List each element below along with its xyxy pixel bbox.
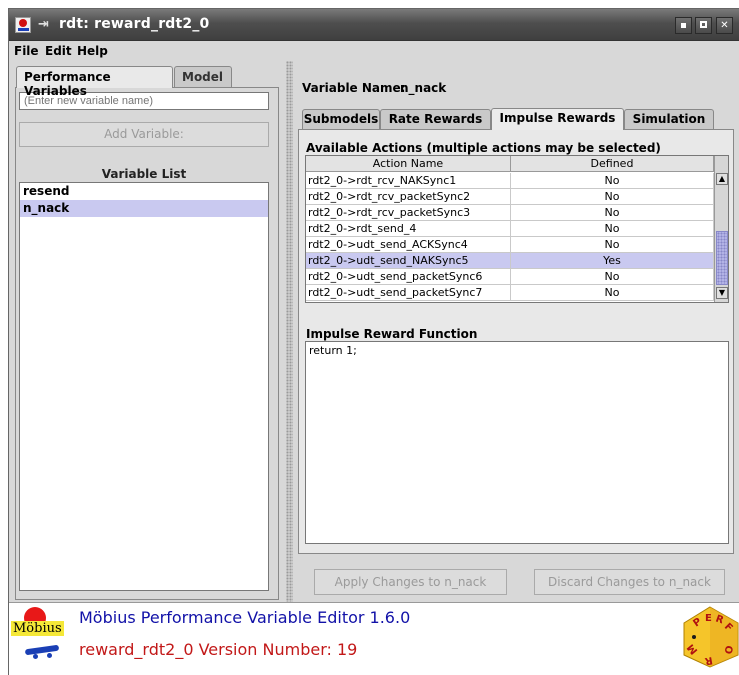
menu-file[interactable]: File bbox=[14, 44, 39, 58]
table-row[interactable]: rdt2_0->rdt_rcv_packetSync2 No bbox=[306, 189, 714, 205]
table-row[interactable]: rdt2_0->rdt_rcv_packetSync3 No bbox=[306, 205, 714, 221]
window-title: rdt: reward_rdt2_0 bbox=[59, 16, 210, 32]
action-name-cell: rdt2_0->rdt_rcv_packetSync2 bbox=[306, 189, 511, 204]
actions-table-scrollbar[interactable]: ▲ ▼ bbox=[714, 156, 728, 302]
editor-version-text: Möbius Performance Variable Editor 1.6.0 bbox=[79, 608, 411, 627]
minimize-button[interactable] bbox=[675, 17, 692, 34]
actions-table-body: rdt2_0->rdt_rcv_NAKSync1 No rdt2_0->rdt_r… bbox=[306, 173, 714, 301]
logo-wordmark: Möbius bbox=[11, 621, 64, 636]
table-row[interactable]: rdt2_0->udt_send_packetSync6 No bbox=[306, 269, 714, 285]
apply-changes-button[interactable]: Apply Changes to n_nack bbox=[314, 569, 507, 595]
defined-cell: No bbox=[511, 269, 714, 284]
scrollbar-thumb[interactable] bbox=[716, 231, 728, 285]
actions-table[interactable]: Action Name Defined rdt2_0->rdt_rcv_NAKS… bbox=[305, 155, 729, 303]
impulse-reward-function-editor[interactable]: return 1; bbox=[305, 341, 729, 544]
mobius-logo: Möbius bbox=[9, 603, 73, 669]
column-header-defined[interactable]: Defined bbox=[511, 156, 714, 172]
scroll-up-arrow-icon[interactable]: ▲ bbox=[716, 173, 728, 185]
app-window: ⇥ rdt: reward_rdt2_0 ✕ File Edit Help Pe… bbox=[8, 8, 739, 675]
perform-logo-dot bbox=[692, 635, 696, 639]
close-button[interactable]: ✕ bbox=[716, 17, 733, 34]
close-icon: ✕ bbox=[720, 20, 729, 31]
action-name-cell: rdt2_0->udt_send_packetSync6 bbox=[306, 269, 511, 284]
tab-simulation[interactable]: Simulation bbox=[624, 109, 714, 129]
column-header-action-name[interactable]: Action Name bbox=[306, 156, 511, 172]
action-name-cell: rdt2_0->rdt_rcv_NAKSync1 bbox=[306, 173, 511, 188]
menu-help[interactable]: Help bbox=[77, 44, 108, 58]
defined-cell: Yes bbox=[511, 253, 714, 268]
variable-list[interactable]: resend n_nack bbox=[19, 182, 269, 591]
tab-rate-rewards[interactable]: Rate Rewards bbox=[380, 109, 491, 129]
available-actions-title: Available Actions (multiple actions may … bbox=[306, 141, 661, 155]
table-row[interactable]: rdt2_0->rdt_send_4 No bbox=[306, 221, 714, 237]
table-row[interactable]: rdt2_0->rdt_rcv_NAKSync1 No bbox=[306, 173, 714, 189]
variable-list-title: Variable List bbox=[101, 167, 187, 181]
model-version-text: reward_rdt2_0 Version Number: 19 bbox=[79, 640, 358, 659]
discard-changes-button[interactable]: Discard Changes to n_nack bbox=[534, 569, 725, 595]
action-name-cell: rdt2_0->rdt_send_4 bbox=[306, 221, 511, 236]
variable-name-value: n_nack bbox=[400, 81, 447, 95]
perform-logo: P E R F O R M bbox=[683, 606, 739, 668]
tab-performance-variables[interactable]: Performance Variables bbox=[16, 66, 173, 98]
actions-table-header: Action Name Defined bbox=[306, 156, 714, 172]
defined-cell: No bbox=[511, 189, 714, 204]
variable-list-item-selected[interactable]: n_nack bbox=[20, 200, 268, 217]
maximize-icon bbox=[700, 21, 707, 28]
table-row[interactable]: rdt2_0->udt_send_packetSync7 No bbox=[306, 285, 714, 301]
action-name-cell: rdt2_0->rdt_rcv_packetSync3 bbox=[306, 205, 511, 220]
defined-cell: No bbox=[511, 205, 714, 220]
right-panel: Variable Name: n_nack Submodels Rate Rew… bbox=[293, 61, 739, 602]
title-bar[interactable]: ⇥ rdt: reward_rdt2_0 ✕ bbox=[9, 9, 739, 41]
perform-logo-letter: E bbox=[705, 613, 712, 624]
action-name-cell: rdt2_0->udt_send_packetSync7 bbox=[306, 285, 511, 300]
menu-bar: File Edit Help bbox=[9, 41, 739, 61]
status-footer: Möbius Möbius Performance Variable Edito… bbox=[9, 602, 739, 675]
tab-impulse-rewards[interactable]: Impulse Rewards bbox=[491, 108, 624, 130]
minimize-icon bbox=[681, 23, 686, 28]
add-variable-button[interactable]: Add Variable: bbox=[19, 122, 269, 147]
table-row[interactable]: rdt2_0->udt_send_ACKSync4 No bbox=[306, 237, 714, 253]
table-row-selected[interactable]: rdt2_0->udt_send_NAKSync5 Yes bbox=[306, 253, 714, 269]
left-panel: Performance Variables Model Add Variable… bbox=[9, 61, 285, 602]
logo-blue-dot bbox=[33, 654, 38, 659]
variable-list-item[interactable]: resend bbox=[20, 183, 268, 200]
variable-name-label: Variable Name: bbox=[302, 81, 406, 95]
impulse-reward-function-title: Impulse Reward Function bbox=[306, 327, 478, 341]
maximize-button[interactable] bbox=[695, 17, 712, 34]
logo-blue-dot bbox=[47, 653, 52, 658]
defined-cell: No bbox=[511, 237, 714, 252]
defined-cell: No bbox=[511, 221, 714, 236]
tab-model[interactable]: Model bbox=[174, 66, 232, 87]
pin-icon[interactable]: ⇥ bbox=[38, 17, 49, 32]
tab-submodels[interactable]: Submodels bbox=[302, 109, 380, 129]
scroll-down-arrow-icon[interactable]: ▼ bbox=[716, 287, 728, 299]
menu-edit[interactable]: Edit bbox=[45, 44, 72, 58]
action-name-cell: rdt2_0->udt_send_NAKSync5 bbox=[306, 253, 511, 268]
split-pane-divider[interactable] bbox=[286, 61, 293, 602]
logo-blue-strip bbox=[24, 644, 60, 656]
mobius-app-icon[interactable] bbox=[15, 17, 31, 33]
defined-cell: No bbox=[511, 173, 714, 188]
defined-cell: No bbox=[511, 285, 714, 300]
action-name-cell: rdt2_0->udt_send_ACKSync4 bbox=[306, 237, 511, 252]
